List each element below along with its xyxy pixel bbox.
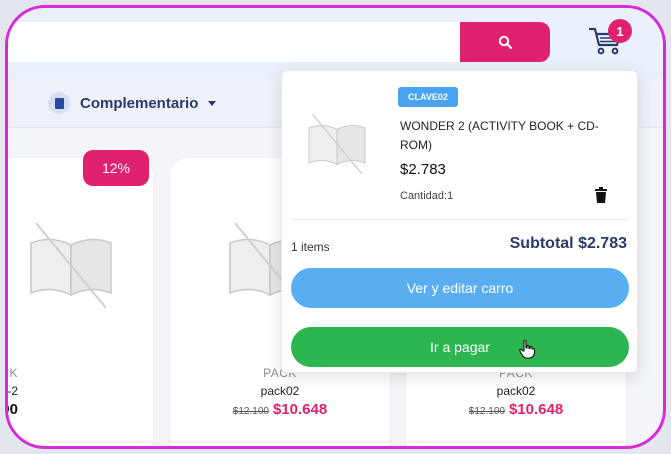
discount-badge: 12% — [83, 150, 149, 186]
product-sale-price: $10.648 — [508, 401, 564, 418]
nav-item-complementario[interactable]: Complementario — [48, 92, 217, 114]
product-price: $12.100 $10.648 — [406, 401, 626, 418]
cart-dropdown: CLAVE02 WONDER 2 (ACTIVITY BOOK + CD-ROM… — [281, 70, 638, 373]
book-placeholder-icon — [30, 222, 112, 309]
cart-item-name[interactable]: WONDER 2 (ACTIVITY BOOK + CD-ROM) — [400, 117, 620, 155]
checkout-button-label: Ir a pagar — [430, 339, 490, 355]
cart-subtotal: Subtotal $2.783 — [509, 235, 627, 252]
header-bar: 1 — [8, 8, 663, 78]
search-input[interactable] — [8, 22, 468, 62]
product-sale-price: $10.648 — [272, 401, 328, 418]
cart-count-badge: 1 — [608, 19, 632, 43]
caret-down-icon — [208, 100, 217, 106]
view-edit-cart-button[interactable]: Ver y editar carro — [291, 268, 629, 308]
product-name: pack02 — [260, 384, 300, 398]
product-old-price: $12.100 — [468, 406, 505, 417]
cart-item-quantity: Cantidad:1 — [400, 190, 454, 202]
search-button[interactable] — [460, 22, 550, 62]
cart-items-count: 1 items — [291, 240, 330, 254]
product-old-price: $12.100 — [232, 406, 269, 417]
product-price: $12.100 $10.648 — [170, 401, 390, 418]
product-name: pack02 — [496, 384, 536, 398]
checkout-button[interactable]: Ir a pagar — [291, 327, 629, 367]
book-icon — [48, 92, 70, 114]
product-name: clave02-2 — [7, 384, 18, 398]
divider — [292, 219, 629, 220]
product-card[interactable]: PACK clave02-2 $12.100 — [7, 158, 153, 446]
screenshot-frame: 1 Complementario PACK clave02-2 $12.100 … — [5, 5, 666, 449]
product-price: $12.100 — [8, 401, 18, 418]
book-placeholder-icon — [308, 113, 366, 174]
product-code-tag: CLAVE02 — [398, 87, 458, 107]
hand-cursor-icon — [518, 339, 536, 359]
product-type: PACK — [8, 366, 18, 380]
nav-item-label: Complementario — [80, 94, 199, 112]
cart-item-price: $2.783 — [400, 161, 446, 178]
search-icon — [498, 35, 512, 49]
trash-icon[interactable] — [594, 187, 608, 203]
